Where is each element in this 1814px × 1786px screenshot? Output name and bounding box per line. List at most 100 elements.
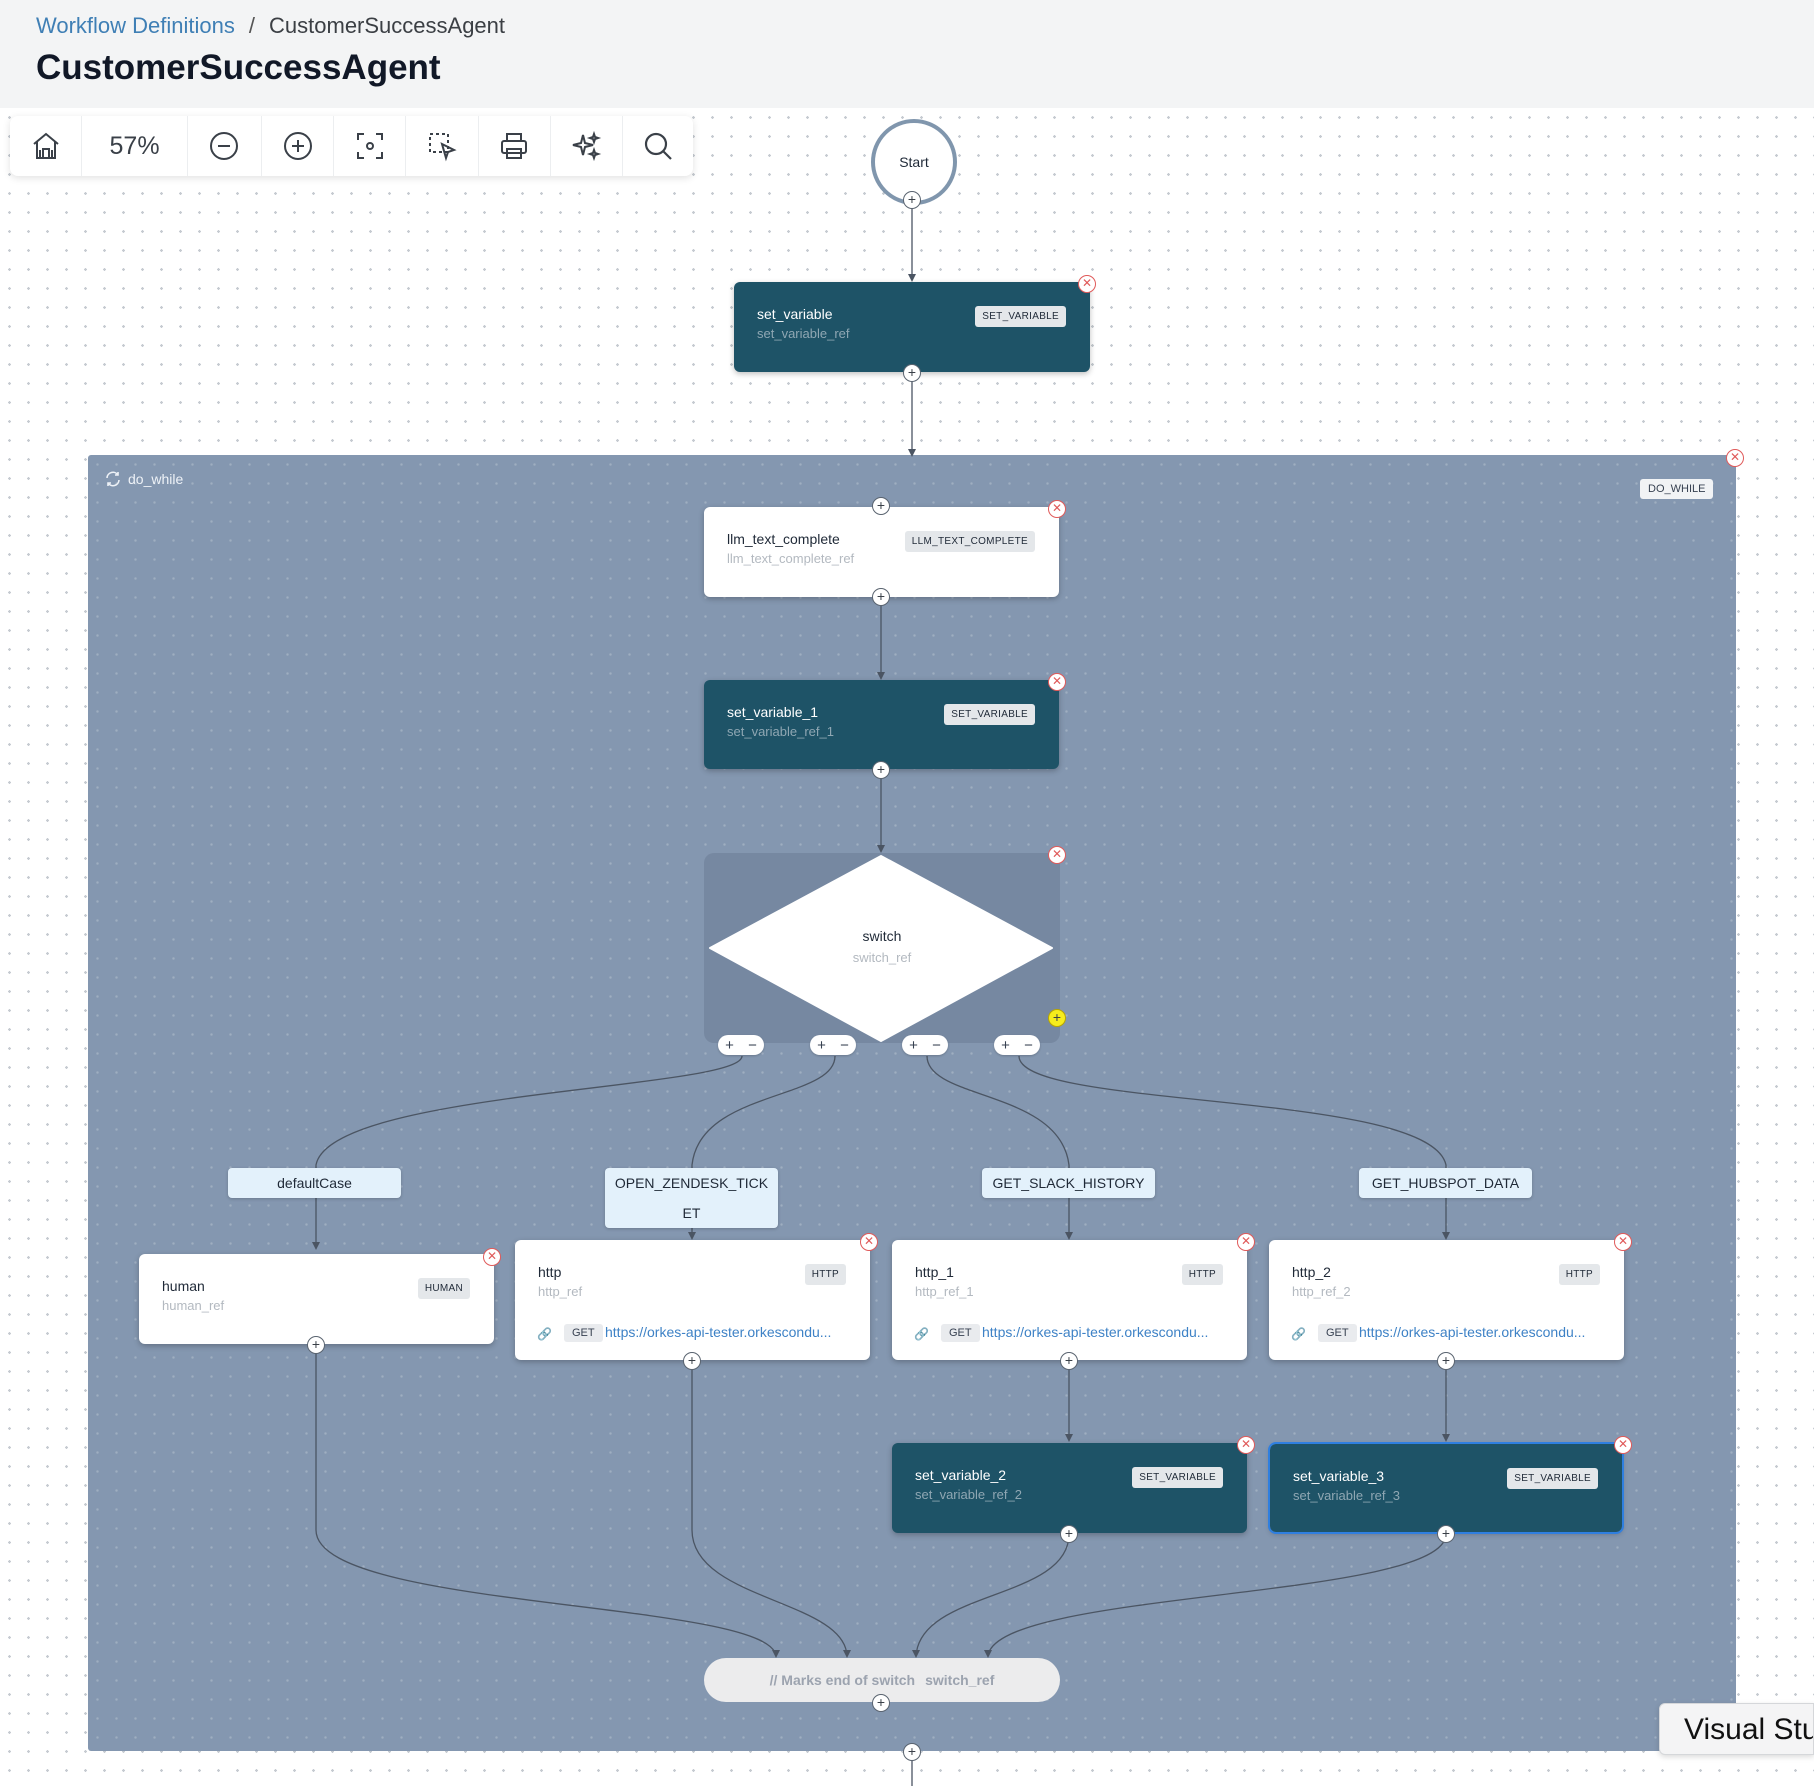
zoom-in-icon[interactable] bbox=[262, 116, 335, 176]
add-icon: + bbox=[1001, 1036, 1010, 1054]
task-name: llm_text_complete bbox=[727, 531, 840, 547]
task-http-1[interactable]: http_1 http_ref_1 HTTP 🔗 GET https://ork… bbox=[892, 1240, 1247, 1360]
add-icon: + bbox=[725, 1036, 734, 1054]
add-after-llm-icon[interactable]: + bbox=[872, 588, 890, 606]
switch-name[interactable]: switch bbox=[860, 928, 904, 944]
add-case-icon[interactable]: + bbox=[1048, 1009, 1066, 1027]
case-label-line: OPEN_ZENDESK_TICK bbox=[614, 1175, 769, 1191]
delete-llm-icon[interactable]: ✕ bbox=[1048, 500, 1066, 518]
task-name: set_variable_3 bbox=[1293, 1468, 1385, 1484]
task-ref: llm_text_complete_ref bbox=[727, 551, 855, 566]
task-ref: set_variable_ref bbox=[757, 326, 850, 341]
http-url[interactable]: https://orkes-api-tester.orkescondu... bbox=[982, 1324, 1232, 1340]
case-label-slack[interactable]: GET_SLACK_HISTORY bbox=[982, 1168, 1155, 1198]
add-icon: + bbox=[909, 1036, 918, 1054]
switch-diamond bbox=[709, 855, 1053, 1042]
delete-http-icon[interactable]: ✕ bbox=[860, 1233, 878, 1251]
fit-view-icon[interactable] bbox=[334, 116, 407, 176]
case-controls-default[interactable]: + − bbox=[718, 1035, 764, 1055]
case-controls-hubspot[interactable]: + − bbox=[994, 1035, 1040, 1055]
http-method-badge: GET bbox=[564, 1324, 603, 1342]
edge-setvar2-join bbox=[915, 1533, 1070, 1657]
task-name: set_variable bbox=[757, 306, 833, 322]
edge-switch-slack bbox=[926, 1055, 1070, 1238]
task-ref: http_ref_2 bbox=[1292, 1284, 1351, 1299]
link-icon: 🔗 bbox=[1291, 1327, 1306, 1341]
task-type-badge: LLM_TEXT_COMPLETE bbox=[904, 531, 1035, 552]
add-after-join-icon[interactable]: + bbox=[872, 1694, 890, 1712]
http-url[interactable]: https://orkes-api-tester.orkescondu... bbox=[605, 1324, 855, 1340]
canvas-toolbar: 57% bbox=[10, 116, 693, 176]
remove-icon: − bbox=[1024, 1036, 1033, 1054]
task-name: http bbox=[538, 1264, 562, 1280]
task-human[interactable]: human human_ref HUMAN bbox=[139, 1254, 494, 1344]
delete-set-variable-icon[interactable]: ✕ bbox=[1078, 275, 1096, 293]
case-label-zendesk[interactable]: OPEN_ZENDESK_TICK ET bbox=[605, 1168, 778, 1228]
join-comment: // Marks end of switch bbox=[769, 1672, 916, 1688]
task-name: http_2 bbox=[1292, 1264, 1331, 1280]
task-ref: http_ref_1 bbox=[915, 1284, 974, 1299]
link-icon: 🔗 bbox=[537, 1327, 552, 1341]
task-name: http_1 bbox=[915, 1264, 954, 1280]
add-before-llm-icon[interactable]: + bbox=[872, 497, 890, 515]
add-after-http-icon[interactable]: + bbox=[683, 1352, 701, 1370]
task-name: human bbox=[162, 1278, 205, 1294]
task-set-variable-3[interactable]: set_variable_3 set_variable_ref_3 SET_VA… bbox=[1268, 1442, 1624, 1534]
zoom-out-icon[interactable] bbox=[188, 116, 263, 176]
task-ref: human_ref bbox=[162, 1298, 225, 1313]
zoom-level[interactable]: 57% bbox=[82, 116, 188, 176]
task-ref: set_variable_ref_2 bbox=[915, 1487, 1022, 1502]
case-label-default[interactable]: defaultCase bbox=[228, 1168, 401, 1198]
case-controls-slack[interactable]: + − bbox=[902, 1035, 948, 1055]
task-ref: http_ref bbox=[538, 1284, 583, 1299]
add-after-set-variable-3-icon[interactable]: + bbox=[1437, 1525, 1455, 1543]
task-set-variable[interactable]: set_variable set_variable_ref SET_VARIAB… bbox=[734, 282, 1090, 372]
task-name: set_variable_2 bbox=[915, 1467, 1007, 1483]
task-ref: set_variable_ref_3 bbox=[1293, 1488, 1400, 1503]
join-ref: switch_ref bbox=[925, 1672, 995, 1688]
edge-switch-hubspot bbox=[1018, 1055, 1447, 1238]
add-after-set-variable-1-icon[interactable]: + bbox=[872, 761, 890, 779]
delete-set-variable-1-icon[interactable]: ✕ bbox=[1048, 673, 1066, 691]
task-type-badge: SET_VARIABLE bbox=[944, 704, 1035, 725]
http-url[interactable]: https://orkes-api-tester.orkescondu... bbox=[1359, 1324, 1609, 1340]
add-after-loop-icon[interactable]: + bbox=[903, 1743, 921, 1761]
add-after-http-2-icon[interactable]: + bbox=[1437, 1352, 1455, 1370]
delete-set-variable-2-icon[interactable]: ✕ bbox=[1237, 1436, 1255, 1454]
start-label: Start bbox=[899, 154, 929, 170]
delete-switch-icon[interactable]: ✕ bbox=[1048, 846, 1066, 864]
edge-human-join bbox=[315, 1345, 777, 1657]
edge-http-join bbox=[691, 1361, 848, 1657]
task-set-variable-1[interactable]: set_variable_1 set_variable_ref_1 SET_VA… bbox=[704, 680, 1059, 769]
select-icon[interactable] bbox=[406, 116, 479, 176]
task-type-badge: SET_VARIABLE bbox=[1132, 1467, 1223, 1488]
remove-icon: − bbox=[840, 1036, 849, 1054]
add-after-set-variable-2-icon[interactable]: + bbox=[1060, 1525, 1078, 1543]
http-method-badge: GET bbox=[1318, 1324, 1357, 1342]
delete-http-2-icon[interactable]: ✕ bbox=[1614, 1233, 1632, 1251]
case-label-hubspot[interactable]: GET_HUBSPOT_DATA bbox=[1359, 1168, 1532, 1198]
task-name: set_variable_1 bbox=[727, 704, 819, 720]
task-llm-text-complete[interactable]: llm_text_complete llm_text_complete_ref … bbox=[704, 507, 1059, 597]
ai-sparkle-icon[interactable] bbox=[551, 116, 623, 176]
delete-human-icon[interactable]: ✕ bbox=[483, 1248, 501, 1266]
task-http-2[interactable]: http_2 http_ref_2 HTTP 🔗 GET https://ork… bbox=[1269, 1240, 1624, 1360]
task-http[interactable]: http http_ref HTTP 🔗 GET https://orkes-a… bbox=[515, 1240, 870, 1360]
task-set-variable-2[interactable]: set_variable_2 set_variable_ref_2 SET_VA… bbox=[892, 1443, 1247, 1533]
add-after-set-variable-icon[interactable]: + bbox=[903, 364, 921, 382]
print-icon[interactable] bbox=[479, 116, 551, 176]
case-controls-zendesk[interactable]: + − bbox=[810, 1035, 856, 1055]
home-icon[interactable] bbox=[10, 116, 83, 176]
add-after-human-icon[interactable]: + bbox=[307, 1336, 325, 1354]
visual-studio-tab[interactable]: Visual Stu bbox=[1659, 1703, 1814, 1755]
search-icon[interactable] bbox=[623, 116, 693, 176]
case-label-line: ET bbox=[682, 1205, 701, 1221]
delete-http-1-icon[interactable]: ✕ bbox=[1237, 1233, 1255, 1251]
delete-do-while-icon[interactable]: ✕ bbox=[1726, 449, 1744, 467]
task-type-badge: HUMAN bbox=[417, 1278, 470, 1299]
add-after-http-1-icon[interactable]: + bbox=[1060, 1352, 1078, 1370]
delete-set-variable-3-icon[interactable]: ✕ bbox=[1614, 1436, 1632, 1454]
add-icon: + bbox=[817, 1036, 826, 1054]
remove-icon: − bbox=[932, 1036, 941, 1054]
add-after-start-icon[interactable]: + bbox=[903, 191, 921, 209]
